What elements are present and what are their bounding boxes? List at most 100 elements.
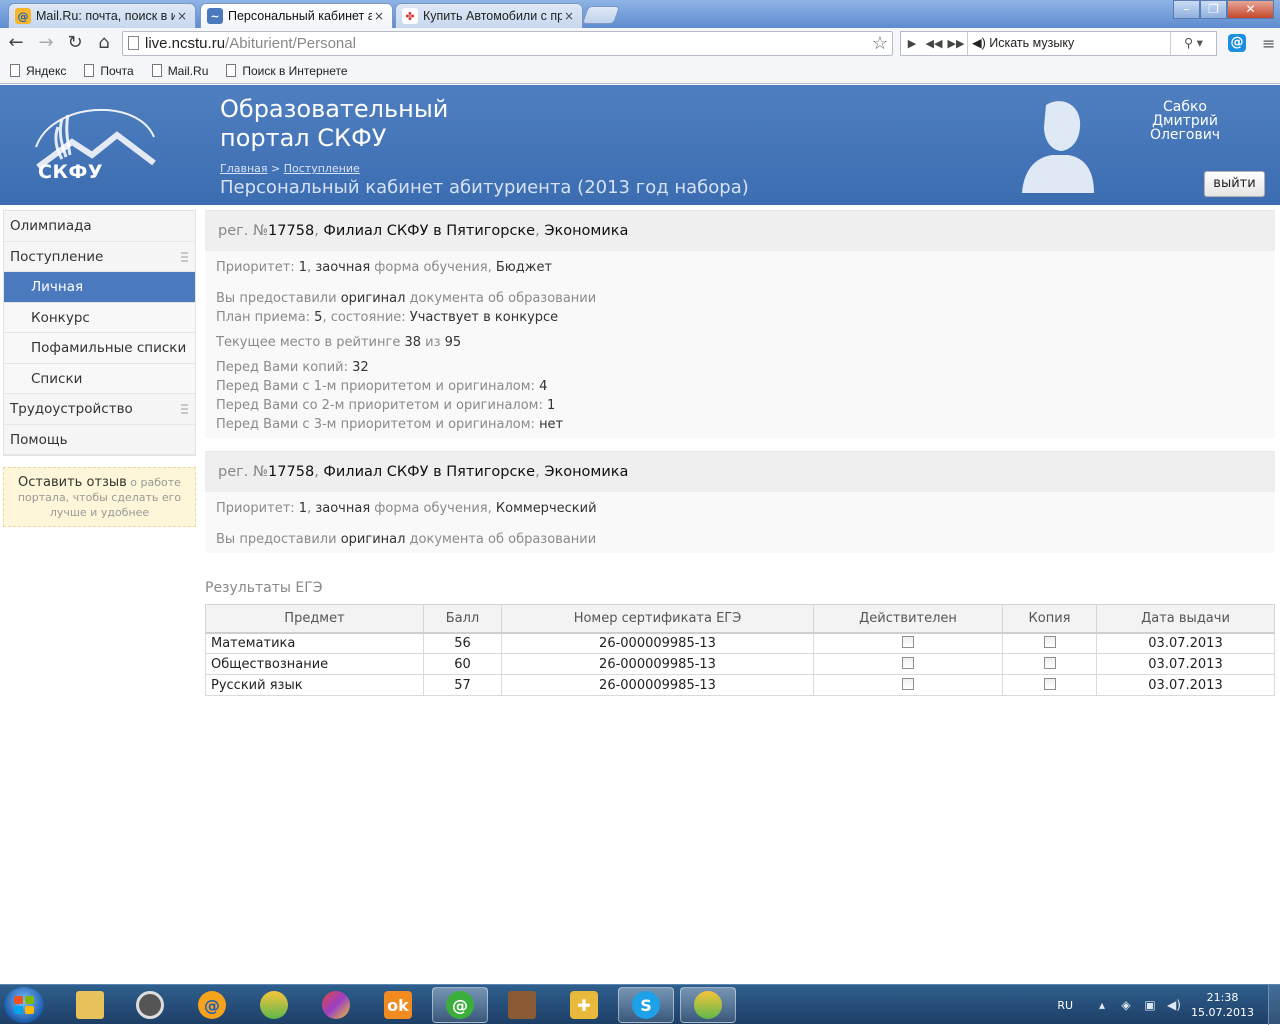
- label: документа об образовании: [405, 291, 597, 306]
- table-row: Математика 56 26-000009985-13 03.07.2013: [205, 632, 1275, 654]
- back-arrow-icon[interactable]: ←: [5, 32, 27, 54]
- logout-button[interactable]: выйти: [1204, 171, 1265, 197]
- column-header-certificate[interactable]: Номер сертификата ЕГЭ: [501, 604, 814, 634]
- tab-portal[interactable]: ~ Персональный кабинет а ×: [200, 3, 393, 28]
- breadcrumb-separator: >: [271, 162, 281, 175]
- play-icon[interactable]: ▶: [901, 37, 923, 50]
- certificate-cell: 26-000009985-13: [501, 674, 814, 696]
- sidebar-item[interactable]: Конкурс: [4, 302, 195, 333]
- bookmark-search[interactable]: Поиск в Интернете: [226, 64, 348, 78]
- bookmark-yandex[interactable]: Яндекс: [10, 64, 66, 78]
- rewind-icon[interactable]: ◀◀: [923, 37, 945, 50]
- close-tab-icon[interactable]: ×: [372, 9, 386, 23]
- network-icon[interactable]: ▣: [1143, 998, 1157, 1012]
- taskbar-aurora[interactable]: [308, 987, 364, 1023]
- feedback-link[interactable]: Оставить отзыв: [18, 475, 127, 490]
- game-avatar-icon: [508, 991, 536, 1019]
- column-header-score[interactable]: Балл: [423, 604, 502, 634]
- column-header-date[interactable]: Дата выдачи: [1096, 604, 1275, 634]
- taskbar-explorer[interactable]: [62, 987, 118, 1023]
- portal-title: Образовательный портал СКФУ: [220, 95, 448, 153]
- maximize-button[interactable]: ❐: [1200, 0, 1227, 19]
- valid-checkbox[interactable]: [902, 677, 914, 690]
- home-icon[interactable]: ⌂: [93, 32, 115, 54]
- table-row: Русский язык 57 26-000009985-13 03.07.2013: [205, 674, 1275, 696]
- tab-cars[interactable]: ✤ Купить Автомобили с пр ×: [395, 3, 583, 28]
- tray-expand-icon[interactable]: ▴: [1095, 998, 1109, 1012]
- music-search-button[interactable]: ⚲ ▾: [1170, 32, 1216, 55]
- taskbar-media-player[interactable]: [122, 987, 178, 1023]
- ege-section-title: Результаты ЕГЭ: [205, 580, 323, 596]
- valid-checkbox[interactable]: [902, 635, 914, 648]
- document-type-value: оригинал: [340, 532, 406, 547]
- column-header-valid[interactable]: Действителен: [813, 604, 1003, 634]
- taskbar-sync[interactable]: ✚: [556, 987, 612, 1023]
- address-bar[interactable]: live.ncstu.ru/Abiturient/Personal ☆: [122, 31, 893, 56]
- state-value: Участвует в конкурсе: [409, 310, 559, 325]
- sidebar-item[interactable]: Личная: [4, 272, 195, 303]
- close-window-button[interactable]: ✕: [1227, 0, 1274, 19]
- sidebar-item[interactable]: Списки: [4, 363, 195, 394]
- expand-menu-icon[interactable]: [181, 404, 188, 414]
- taskbar-skype[interactable]: S: [618, 987, 674, 1023]
- forward-arrow-icon[interactable]: →: [35, 32, 57, 54]
- taskbar-browser[interactable]: [246, 987, 302, 1023]
- priority3-line: Перед Вами с 3-м приоритетом и оригинало…: [216, 415, 1264, 434]
- sidebar-item[interactable]: Олимпиада: [4, 211, 195, 242]
- wrench-menu-icon[interactable]: ≡: [1262, 34, 1275, 53]
- reload-icon[interactable]: ↻: [64, 32, 86, 54]
- application-card-header: рег. №17758, Филиал СКФУ в Пятигорске, Э…: [205, 211, 1275, 251]
- branch-name: Филиал СКФУ в Пятигорске: [323, 223, 536, 239]
- priority-value: 1: [298, 260, 308, 275]
- taskbar-odnoklassniki[interactable]: ok: [370, 987, 426, 1023]
- valid-checkbox[interactable]: [902, 656, 914, 669]
- taskbar-browser-open[interactable]: [680, 987, 736, 1023]
- logo-text: СКФУ: [38, 161, 103, 183]
- taskbar-mail-agent-open[interactable]: @: [432, 987, 488, 1023]
- bookmark-label: Яндекс: [26, 63, 67, 78]
- new-tab-button[interactable]: [581, 6, 621, 24]
- music-search-input[interactable]: ◀) Искать музыку: [967, 32, 1170, 55]
- aurora-icon: [322, 991, 350, 1019]
- expand-menu-icon[interactable]: [181, 251, 188, 262]
- sidebar-item[interactable]: Трудоустройство: [4, 394, 195, 425]
- taskbar-game[interactable]: [494, 987, 550, 1023]
- sidebar-item[interactable]: Помощь: [4, 424, 195, 455]
- close-tab-icon[interactable]: ×: [562, 9, 576, 23]
- tab-mailru[interactable]: @ Mail.Ru: почта, поиск в и ×: [8, 3, 196, 28]
- breadcrumb-admission-link[interactable]: Поступление: [284, 162, 360, 175]
- column-header-copy[interactable]: Копия: [1002, 604, 1097, 634]
- language-indicator[interactable]: RU: [1057, 999, 1073, 1012]
- minimize-button[interactable]: –: [1173, 0, 1200, 19]
- sidebar-item-label: Олимпиада: [10, 218, 92, 234]
- volume-icon[interactable]: ◀): [1167, 998, 1181, 1012]
- bookmark-pochta[interactable]: Почта: [84, 64, 134, 78]
- copy-checkbox[interactable]: [1043, 656, 1056, 669]
- mail-agent-icon[interactable]: @: [1228, 34, 1246, 52]
- bookmark-star-icon[interactable]: ☆: [872, 32, 888, 55]
- security-icon[interactable]: ◈: [1119, 998, 1133, 1012]
- show-desktop-button[interactable]: [1268, 985, 1280, 1025]
- taskbar-mail-agent[interactable]: @: [184, 987, 240, 1023]
- bookmark-mailru[interactable]: Mail.Ru: [151, 64, 208, 78]
- clock[interactable]: 21:38 15.07.2013: [1191, 990, 1254, 1020]
- table-row: Обществознание 60 26-000009985-13 03.07.201…: [205, 653, 1275, 675]
- sidebar-item[interactable]: Поступление: [4, 241, 195, 272]
- portal-title-line: портал СКФУ: [220, 124, 387, 152]
- explorer-icon: [76, 991, 104, 1019]
- start-button[interactable]: [4, 987, 44, 1023]
- date-cell: 03.07.2013: [1096, 653, 1275, 675]
- column-header-subject[interactable]: Предмет: [205, 604, 424, 634]
- sidebar-item-label: Пофамильные списки: [31, 340, 187, 356]
- url-path: /Abiturient/Personal: [225, 35, 356, 52]
- feedback-box[interactable]: Оставить отзыв о работе портала, чтобы с…: [3, 467, 196, 527]
- copies-value: 32: [352, 360, 369, 375]
- copy-cell: [1002, 653, 1097, 675]
- copy-checkbox[interactable]: [1043, 677, 1056, 690]
- priority2-line: Перед Вами со 2-м приоритетом и оригинал…: [216, 396, 1264, 415]
- sidebar-item[interactable]: Пофамильные списки: [4, 333, 195, 364]
- copy-checkbox[interactable]: [1043, 635, 1056, 648]
- fast-forward-icon[interactable]: ▶▶: [945, 37, 967, 50]
- close-tab-icon[interactable]: ×: [175, 9, 189, 23]
- breadcrumb-home-link[interactable]: Главная: [220, 162, 268, 175]
